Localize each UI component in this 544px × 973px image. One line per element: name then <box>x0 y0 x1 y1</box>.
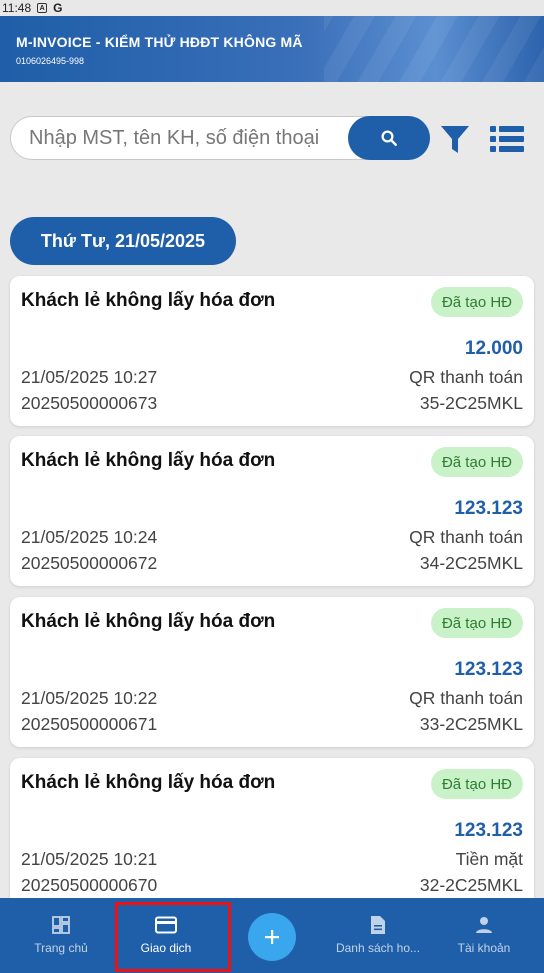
person-icon <box>476 917 492 933</box>
nav-label: Tài khoản <box>457 941 511 955</box>
status-badge: Đã tạo HĐ <box>430 287 523 317</box>
invoice-serial: 32-2C25MKL <box>419 875 523 895</box>
nav-label: Trang chủ <box>34 941 88 955</box>
list-icon <box>490 126 524 152</box>
date-header: Thứ Tư, 21/05/2025 <box>10 217 236 265</box>
nav-home[interactable]: Trang chủ <box>18 898 104 973</box>
google-icon: G <box>53 1 63 15</box>
invoice-serial: 34-2C25MKL <box>419 553 523 573</box>
status-badge: Đã tạo HĐ <box>430 608 523 638</box>
transaction-card[interactable]: Khách lẻ không lấy hóa đơn Đã tạo HĐ 123… <box>10 436 534 586</box>
document-icon <box>371 916 385 934</box>
invoice-serial: 33-2C25MKL <box>419 714 523 734</box>
transaction-code: 20250500000671 <box>21 714 158 734</box>
amount: 123.123 <box>454 498 523 519</box>
status-bar: 11:48 A G <box>0 0 544 16</box>
transaction-card[interactable]: Khách lẻ không lấy hóa đơn Đã tạo HĐ 123… <box>10 597 534 747</box>
transaction-code: 20250500000673 <box>21 393 158 413</box>
search-button[interactable] <box>348 116 430 160</box>
plus-icon <box>265 930 279 944</box>
amount: 12.000 <box>464 338 523 359</box>
invoice-serial: 35-2C25MKL <box>419 393 523 413</box>
status-badge: Đã tạo HĐ <box>430 447 523 477</box>
payment-method: Tiền mặt <box>455 849 523 869</box>
status-time: 11:48 <box>2 1 32 15</box>
customer-name: Khách lẻ không lấy hóa đơn <box>21 450 276 471</box>
transaction-datetime: 21/05/2025 10:22 <box>21 688 158 708</box>
status-badge: Đã tạo HĐ <box>430 769 523 799</box>
page-title: M-INVOICE - KIỂM THỬ HĐĐT KHÔNG MÃ <box>16 34 303 50</box>
amount: 123.123 <box>454 820 523 841</box>
add-button[interactable] <box>248 913 296 961</box>
transaction-code: 20250500000670 <box>21 875 158 895</box>
dashboard-icon <box>52 916 70 934</box>
notification-a-icon: A <box>37 3 48 13</box>
filter-button[interactable] <box>440 124 470 156</box>
transaction-card[interactable]: Khách lẻ không lấy hóa đơn Đã tạo HĐ 12.… <box>10 276 534 426</box>
amount: 123.123 <box>454 659 523 680</box>
app-header: M-INVOICE - KIỂM THỬ HĐĐT KHÔNG MÃ 01060… <box>0 16 544 82</box>
transaction-code: 20250500000672 <box>21 553 158 573</box>
search-icon <box>381 130 397 146</box>
transaction-datetime: 21/05/2025 10:21 <box>21 849 158 869</box>
nav-account[interactable]: Tài khoản <box>446 898 522 973</box>
tax-code: 0106026495-998 <box>16 56 85 66</box>
nav-label: Danh sách ho... <box>335 941 421 955</box>
payment-method: QR thanh toán <box>409 688 523 708</box>
payment-method: QR thanh toán <box>409 527 523 547</box>
customer-name: Khách lẻ không lấy hóa đơn <box>21 772 276 793</box>
transaction-card[interactable]: Khách lẻ không lấy hóa đơn Đã tạo HĐ 123… <box>10 758 534 908</box>
customer-name: Khách lẻ không lấy hóa đơn <box>21 290 276 311</box>
filter-icon <box>441 126 469 153</box>
list-view-button[interactable] <box>490 124 524 154</box>
customer-name: Khách lẻ không lấy hóa đơn <box>21 611 276 632</box>
nav-invoice-list[interactable]: Danh sách ho... <box>330 898 426 973</box>
payment-method: QR thanh toán <box>409 367 523 387</box>
transaction-datetime: 21/05/2025 10:24 <box>21 527 158 547</box>
transaction-datetime: 21/05/2025 10:27 <box>21 367 158 387</box>
search-bar <box>10 116 430 160</box>
active-tab-highlight <box>115 902 231 972</box>
